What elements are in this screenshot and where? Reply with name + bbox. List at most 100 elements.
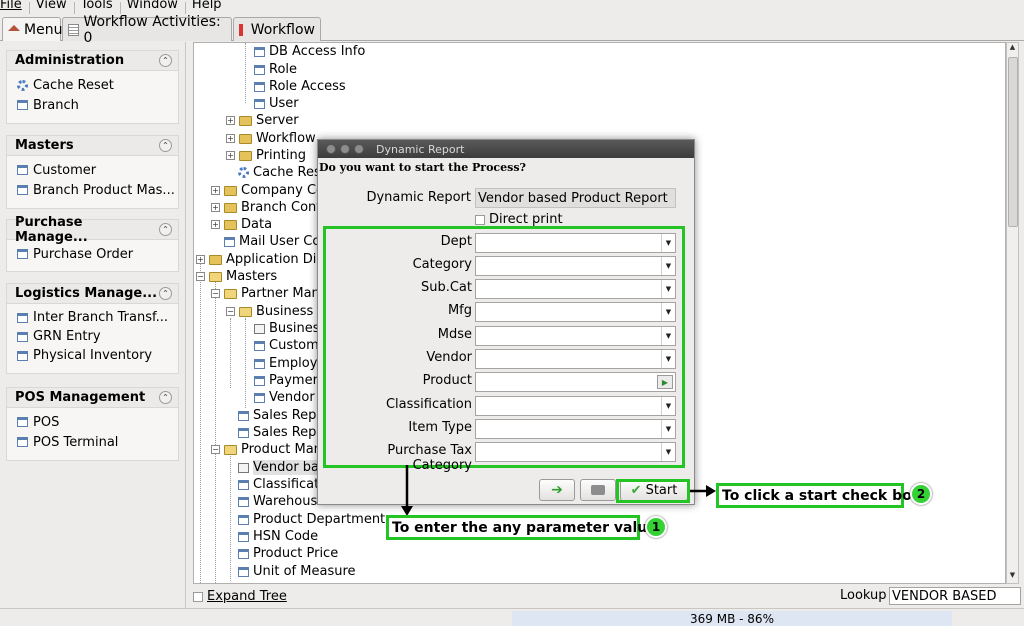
tree-node[interactable]: Vendor ba (238, 459, 320, 476)
param-select[interactable]: ▼ (475, 349, 676, 369)
menu-item-branch-product-master[interactable]: Branch Product Mas... (7, 180, 178, 200)
menu-window[interactable]: Window (127, 0, 183, 14)
menu-file[interactable]: File (0, 0, 27, 14)
tree-node[interactable]: + Printing (226, 147, 306, 164)
menu-item-customer[interactable]: Customer (7, 160, 178, 180)
tree-node[interactable]: Busines (254, 320, 320, 337)
group-header[interactable]: Purchase Manage... ⌃ (7, 215, 178, 245)
vertical-scrollbar[interactable]: ▲ ▼ (1006, 42, 1019, 584)
tree-node[interactable]: + Company Co (211, 182, 324, 199)
dialog-titlebar[interactable]: Dynamic Report (318, 140, 694, 158)
tree-node[interactable]: Employ (254, 355, 317, 372)
tree-node[interactable]: Sales Rep (238, 407, 316, 424)
chevron-down-icon[interactable]: ▼ (661, 303, 675, 321)
menu-tools[interactable]: Tools (81, 0, 118, 14)
scroll-down-icon[interactable]: ▼ (1007, 571, 1018, 583)
tree-node[interactable]: + Application Dic (196, 251, 324, 268)
tree-node[interactable]: Custom (254, 337, 319, 354)
chevron-down-icon[interactable]: ▼ (661, 397, 675, 415)
tab-workflow-activities[interactable]: Workflow Activities: 0 (62, 14, 232, 46)
expand-tree-checkbox[interactable] (193, 591, 203, 602)
direct-print-checkbox[interactable] (475, 214, 485, 225)
menu-item-pos[interactable]: POS (7, 412, 178, 432)
tree-node[interactable]: Paymer (254, 372, 318, 389)
collapse-icon[interactable]: − (211, 445, 220, 454)
group-header[interactable]: Masters ⌃ (7, 136, 178, 156)
tree-node[interactable]: Classificat (238, 476, 319, 493)
tree-node[interactable]: Product Department (238, 511, 385, 528)
tree-node[interactable]: HSN Code (238, 528, 318, 545)
menu-help[interactable]: Help (192, 0, 227, 14)
expand-icon[interactable]: + (211, 220, 220, 229)
collapse-icon[interactable]: ⌃ (159, 391, 172, 404)
menu-item-pos-terminal[interactable]: POS Terminal (7, 432, 178, 452)
param-select[interactable]: ▼ (475, 419, 676, 439)
lookup-icon[interactable]: ▶ (657, 375, 673, 389)
param-select[interactable]: ▼ (475, 326, 676, 346)
param-select[interactable]: ▼ (475, 256, 676, 276)
tree-node[interactable]: Role (254, 61, 297, 78)
scrollbar-thumb[interactable] (1008, 57, 1018, 227)
tree-node[interactable]: Vendor (254, 389, 315, 406)
param-select[interactable]: ▼ (475, 279, 676, 299)
tree-node[interactable]: Sales Rep (238, 424, 316, 441)
direct-print-option[interactable]: Direct print (475, 212, 563, 227)
chevron-down-icon[interactable]: ▼ (661, 257, 675, 275)
tree-node[interactable]: + Data (211, 216, 272, 233)
tree-node[interactable]: Product Price (238, 545, 338, 562)
chevron-down-icon[interactable]: ▼ (661, 327, 675, 345)
tree-node[interactable]: Mail User Co (224, 233, 320, 250)
chevron-down-icon[interactable]: ▼ (661, 443, 675, 461)
tree-node[interactable]: − Partner Mana (211, 285, 328, 302)
menu-item-branch[interactable]: Branch (7, 95, 178, 115)
tree-node[interactable]: User (254, 95, 299, 112)
group-header[interactable]: Logistics Manage... ⌃ (7, 284, 178, 304)
collapse-icon[interactable]: − (226, 307, 235, 316)
param-select[interactable]: ▼ (475, 396, 676, 416)
tree-node[interactable]: + Server (226, 112, 299, 129)
tree-node[interactable]: + Branch Conf (211, 199, 321, 216)
print-button[interactable] (580, 479, 616, 501)
expand-icon[interactable]: + (211, 203, 220, 212)
menu-item-grn-entry[interactable]: GRN Entry (7, 327, 178, 346)
chevron-down-icon[interactable]: ▼ (661, 280, 675, 298)
close-icon[interactable] (326, 144, 336, 154)
tab-menu[interactable]: Menu (2, 17, 62, 41)
tree-node[interactable]: Cache Res (238, 164, 321, 181)
group-header[interactable]: POS Management ⌃ (7, 388, 178, 408)
tree-node[interactable]: − Business F (226, 303, 325, 320)
collapse-icon[interactable]: ⌃ (159, 223, 172, 236)
collapse-icon[interactable]: − (211, 289, 220, 298)
tree-node[interactable]: Role Access (254, 78, 346, 95)
expand-icon[interactable]: + (211, 186, 220, 195)
param-select[interactable]: ▶ (475, 372, 676, 392)
menu-item-inter-branch-transfer[interactable]: Inter Branch Transf... (7, 308, 178, 327)
expand-icon[interactable]: + (226, 134, 235, 143)
menu-item-purchase-order[interactable]: Purchase Order (7, 244, 178, 264)
lookup-input[interactable]: VENDOR BASED (889, 587, 1021, 605)
tree-node[interactable]: Unit of Measure (238, 563, 356, 580)
menu-item-physical-inventory[interactable]: Physical Inventory (7, 346, 178, 365)
maximize-icon[interactable] (354, 144, 364, 154)
group-header[interactable]: Administration ⌃ (7, 51, 178, 71)
collapse-icon[interactable]: ⌃ (159, 139, 172, 152)
menu-item-cache-reset[interactable]: Cache Reset (7, 75, 178, 95)
tab-workflow[interactable]: Workflow (233, 17, 321, 41)
chevron-down-icon[interactable]: ▼ (661, 234, 675, 252)
tree-node[interactable]: − Product Man (211, 441, 322, 458)
chevron-down-icon[interactable]: ▼ (661, 420, 675, 438)
collapse-icon[interactable]: ⌃ (159, 54, 172, 67)
tree-node[interactable]: + Workflow (226, 130, 316, 147)
expand-icon[interactable]: + (226, 116, 235, 125)
collapse-icon[interactable]: − (196, 272, 205, 281)
tree-node[interactable]: DB Access Info (254, 43, 365, 60)
expand-icon[interactable]: + (226, 151, 235, 160)
param-select[interactable]: ▼ (475, 233, 676, 253)
collapse-icon[interactable]: ⌃ (159, 287, 172, 300)
scroll-up-icon[interactable]: ▲ (1007, 43, 1018, 55)
tree-node[interactable]: − Masters (196, 268, 277, 285)
menu-view[interactable]: View (36, 0, 72, 14)
chevron-down-icon[interactable]: ▼ (661, 350, 675, 368)
tree-node[interactable]: Warehouse (238, 493, 325, 510)
param-select[interactable]: ▼ (475, 442, 676, 462)
